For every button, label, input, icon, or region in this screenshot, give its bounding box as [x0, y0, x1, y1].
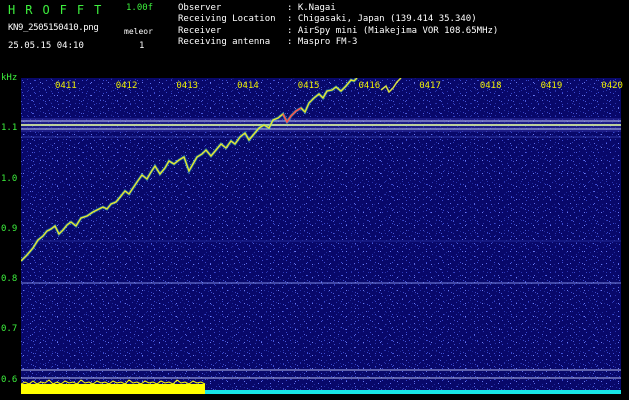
- signal-level-bar-yellow: [21, 384, 205, 394]
- time-label-7: 0418: [479, 81, 502, 91]
- freq-label-0-9: 0.9: [1, 224, 18, 234]
- time-label-6: 0417: [419, 81, 441, 91]
- meteor-count: 1: [139, 41, 145, 51]
- time-label-4: 0415: [297, 81, 320, 91]
- capture-datetime: 25.05.15 04:10: [8, 41, 84, 51]
- spectrogram: [21, 78, 621, 394]
- antenna-label: Receiving antenna: [178, 37, 271, 47]
- receiver-label: Receiver: [178, 26, 222, 36]
- frequency-axis: 1.1 1.0 0.9 0.8 0.7 0.6: [0, 76, 20, 394]
- freq-label-0-8: 0.8: [1, 274, 18, 284]
- app-title: HROFFT: [8, 3, 112, 17]
- time-label-3: 0414: [237, 81, 259, 91]
- freq-label-1-1: 1.1: [1, 123, 18, 133]
- receiver-value: : AirSpy mini (Miakejima VOR 108.65MHz): [287, 26, 499, 36]
- time-label-8: 0419: [540, 81, 563, 91]
- time-label-2: 0413: [176, 81, 199, 91]
- app-version: 1.00f: [126, 3, 154, 13]
- freq-label-0-7: 0.7: [1, 324, 18, 334]
- signal-level-bar-cyan: [205, 390, 621, 394]
- hrofft-window: HROFFT 1.00f KN9_2505150410.png meleor 2…: [0, 0, 629, 400]
- time-label-1: 0412: [115, 81, 138, 91]
- observer-value: : K.Nagai: [287, 3, 336, 13]
- time-label-0: 0411: [55, 81, 77, 91]
- location-value: : Chigasaki, Japan (139.414 35.340): [287, 14, 477, 24]
- time-label-9: 0420: [601, 81, 623, 91]
- time-label-5: 0416: [358, 81, 381, 91]
- antenna-value: : Maspro FM-3: [287, 37, 358, 47]
- unit-label: meleor: [124, 27, 153, 36]
- location-label: Receiving Location: [178, 14, 276, 24]
- freq-label-1-0: 1.0: [1, 174, 18, 184]
- observer-label: Observer: [178, 3, 222, 13]
- freq-label-0-6: 0.6: [1, 375, 18, 385]
- file-name: KN9_2505150410.png: [8, 23, 99, 33]
